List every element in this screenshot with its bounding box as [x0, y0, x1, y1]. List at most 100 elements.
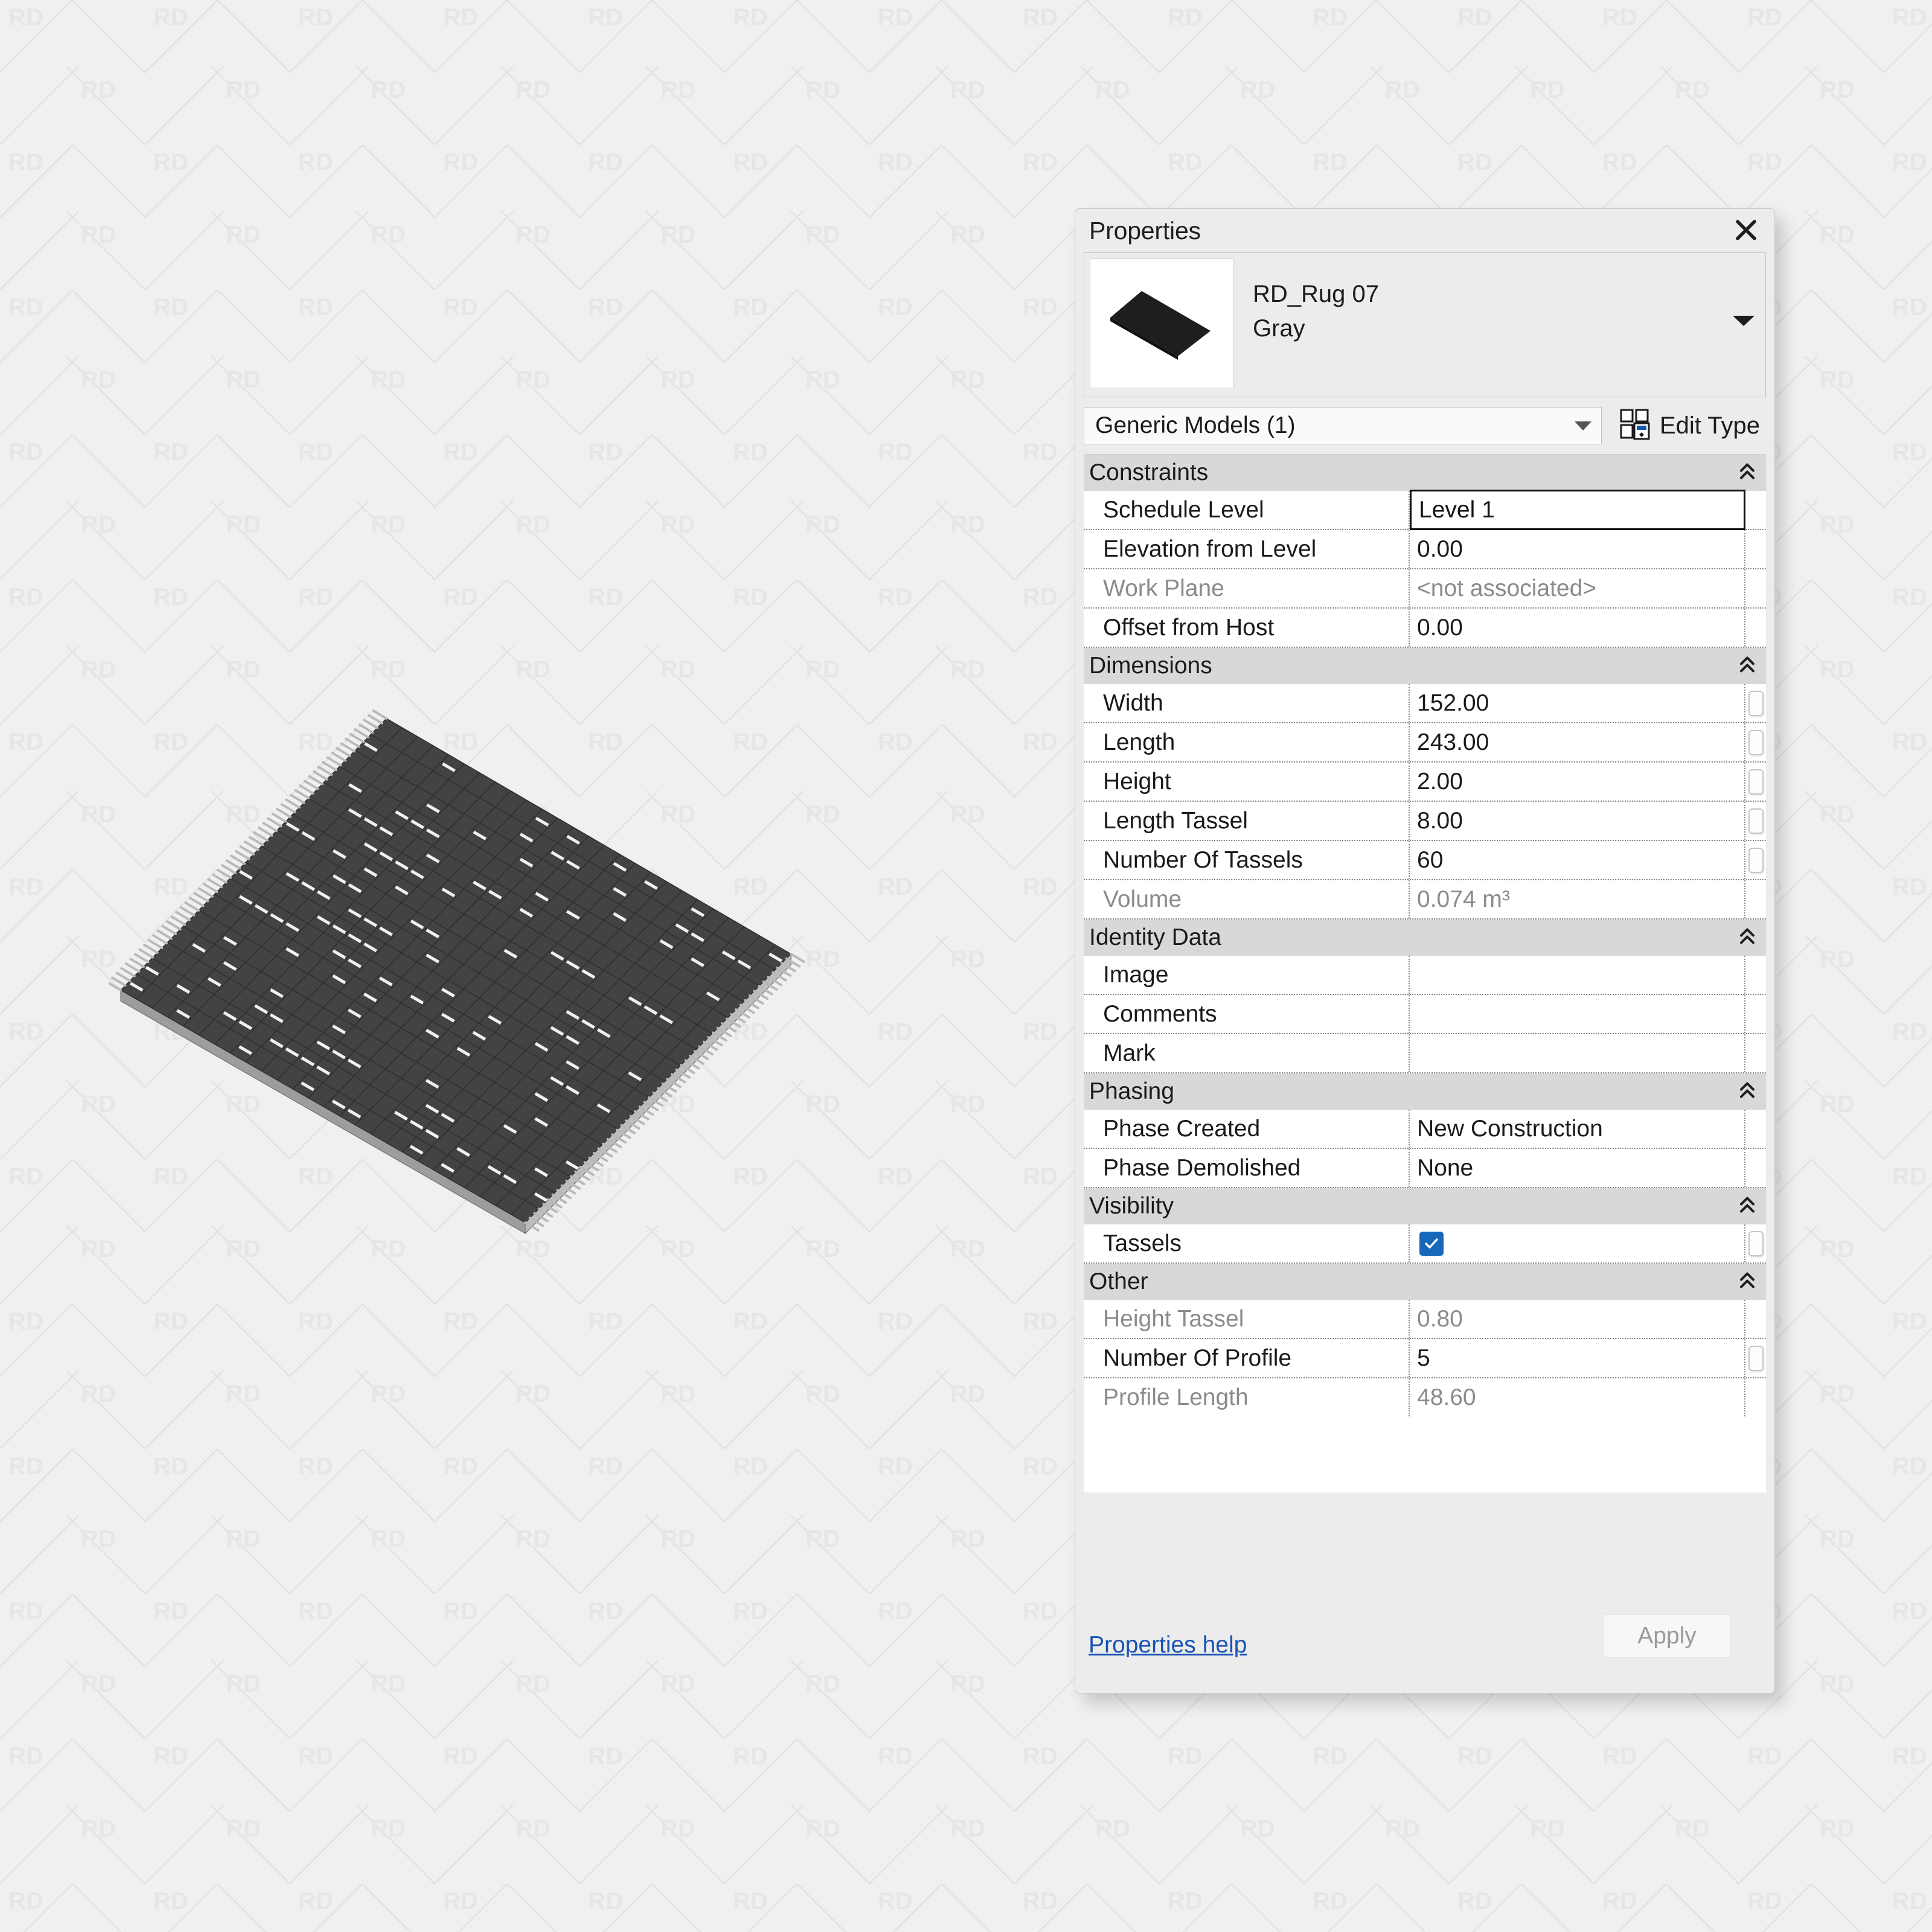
property-name: Image [1084, 956, 1410, 994]
double-chevron-up-icon[interactable] [1738, 461, 1756, 485]
property-name: Height [1084, 763, 1410, 801]
property-value-cell[interactable]: 243.00 [1410, 723, 1745, 761]
property-value-cell[interactable]: 2.00 [1410, 763, 1745, 801]
property-name: Work Plane [1084, 569, 1410, 607]
property-row[interactable]: Image [1084, 956, 1766, 995]
property-row[interactable]: Offset from Host 0.00 [1084, 609, 1766, 648]
property-row[interactable]: Elevation from Level 0.00 [1084, 530, 1766, 569]
property-row[interactable]: Length 243.00 [1084, 723, 1766, 763]
associate-parameter-button[interactable] [1748, 690, 1764, 716]
property-row[interactable]: Tassels [1084, 1224, 1766, 1264]
double-chevron-up-icon[interactable] [1738, 1080, 1756, 1104]
property-value-cell[interactable] [1410, 1224, 1745, 1262]
caret-down-icon[interactable] [1733, 316, 1754, 326]
property-row[interactable]: Mark [1084, 1034, 1766, 1073]
property-value: 60 [1417, 846, 1444, 873]
property-value-cell[interactable] [1410, 1034, 1745, 1072]
property-name: Volume [1084, 880, 1410, 918]
associate-parameter-button[interactable] [1748, 847, 1764, 873]
property-row[interactable]: Profile Length 48.60 [1084, 1378, 1766, 1416]
property-row-tail [1745, 609, 1766, 647]
property-group-header[interactable]: Visibility [1084, 1188, 1766, 1224]
property-value-cell[interactable] [1410, 956, 1745, 994]
property-row[interactable]: Length Tassel 8.00 [1084, 802, 1766, 841]
properties-help-link[interactable]: Properties help [1089, 1632, 1247, 1659]
property-value-cell[interactable]: 60 [1410, 841, 1745, 879]
property-value-cell[interactable]: 0.80 [1410, 1300, 1745, 1338]
double-chevron-up-icon[interactable] [1738, 926, 1756, 950]
property-value: 2.00 [1417, 768, 1463, 795]
property-row[interactable]: Comments [1084, 995, 1766, 1034]
property-value-cell[interactable]: 48.60 [1410, 1378, 1745, 1416]
property-group-header[interactable]: Phasing [1084, 1073, 1766, 1110]
property-value: 243.00 [1417, 729, 1489, 755]
property-value-cell[interactable]: 8.00 [1410, 802, 1745, 840]
property-value-cell[interactable] [1410, 995, 1745, 1033]
associate-parameter-button[interactable] [1748, 729, 1764, 755]
rug-3d-geometry [109, 709, 805, 1235]
property-value-cell[interactable]: 152.00 [1410, 684, 1745, 722]
tassels-checkbox[interactable] [1419, 1231, 1444, 1256]
property-row[interactable]: Phase Demolished None [1084, 1149, 1766, 1188]
double-chevron-up-icon[interactable] [1738, 1195, 1756, 1218]
property-row[interactable]: Height Tassel 0.80 [1084, 1300, 1766, 1339]
property-group-header[interactable]: Other [1084, 1264, 1766, 1300]
property-value-cell[interactable]: 0.00 [1410, 609, 1745, 647]
type-selector-row: Generic Models (1) Edit Type [1084, 405, 1766, 446]
associate-parameter-button[interactable] [1748, 1230, 1764, 1256]
property-value: 0.80 [1417, 1305, 1463, 1332]
edit-type-button[interactable]: Edit Type [1617, 405, 1766, 447]
property-row-tail [1745, 956, 1766, 994]
property-name: Schedule Level [1084, 491, 1410, 529]
property-group-header[interactable]: Constraints [1084, 455, 1766, 491]
associate-parameter-button[interactable] [1748, 808, 1764, 834]
property-value-cell[interactable]: 0.00 [1410, 530, 1745, 568]
property-row[interactable]: Phase Created New Construction [1084, 1110, 1766, 1149]
property-name: Mark [1084, 1034, 1410, 1072]
property-name: Number Of Profile [1084, 1339, 1410, 1377]
property-value: New Construction [1417, 1115, 1603, 1142]
type-selector-dropdown[interactable]: Generic Models (1) [1084, 407, 1602, 444]
property-row-tail [1745, 1149, 1766, 1187]
property-group-title: Dimensions [1089, 653, 1212, 679]
properties-palette[interactable]: Properties RD_Rug 07 Gray Generic Models… [1075, 208, 1775, 1694]
preview-type-name: Gray [1253, 315, 1305, 342]
property-value-cell[interactable]: 5 [1410, 1339, 1745, 1377]
edit-type-icon [1620, 409, 1650, 443]
property-name: Offset from Host [1084, 609, 1410, 647]
property-row[interactable]: Height 2.00 [1084, 763, 1766, 802]
property-name: Width [1084, 684, 1410, 722]
property-row-tail [1745, 1224, 1766, 1262]
property-row[interactable]: Number Of Profile 5 [1084, 1339, 1766, 1378]
property-value-input[interactable]: Level 1 [1410, 490, 1745, 530]
associate-parameter-button[interactable] [1748, 769, 1764, 795]
property-row-tail [1745, 1110, 1766, 1148]
double-chevron-up-icon[interactable] [1738, 1270, 1756, 1294]
property-value-cell[interactable]: New Construction [1410, 1110, 1745, 1148]
property-row[interactable]: Work Plane <not associated> [1084, 569, 1766, 609]
property-value-cell[interactable]: 0.074 m³ [1410, 880, 1745, 918]
type-preview-panel[interactable]: RD_Rug 07 Gray [1084, 252, 1766, 397]
property-group-header[interactable]: Dimensions [1084, 648, 1766, 684]
property-group-header[interactable]: Identity Data [1084, 920, 1766, 956]
property-row[interactable]: Number Of Tassels 60 [1084, 841, 1766, 880]
property-row[interactable]: Width 152.00 [1084, 684, 1766, 723]
property-name: Phase Demolished [1084, 1149, 1410, 1187]
property-row[interactable]: Schedule Level Level 1 [1084, 490, 1766, 530]
property-row-tail [1745, 1300, 1766, 1338]
rug-model-view[interactable] [109, 706, 954, 1238]
property-value-cell[interactable]: Level 1 [1410, 490, 1745, 530]
palette-title: Properties [1089, 216, 1201, 245]
property-row[interactable]: Volume 0.074 m³ [1084, 880, 1766, 920]
type-thumbnail [1090, 258, 1233, 388]
property-value-cell[interactable]: None [1410, 1149, 1745, 1187]
type-preview-text: RD_Rug 07 Gray [1253, 280, 1379, 344]
property-name: Elevation from Level [1084, 530, 1410, 568]
double-chevron-up-icon[interactable] [1738, 654, 1756, 678]
property-value: 5 [1417, 1345, 1430, 1371]
property-value-cell[interactable]: <not associated> [1410, 569, 1745, 607]
close-icon[interactable] [1727, 213, 1765, 248]
apply-button[interactable]: Apply [1603, 1614, 1731, 1658]
associate-parameter-button[interactable] [1748, 1345, 1764, 1371]
properties-table[interactable]: Constraints Schedule Level Level 1 Elevatio… [1084, 454, 1766, 1492]
